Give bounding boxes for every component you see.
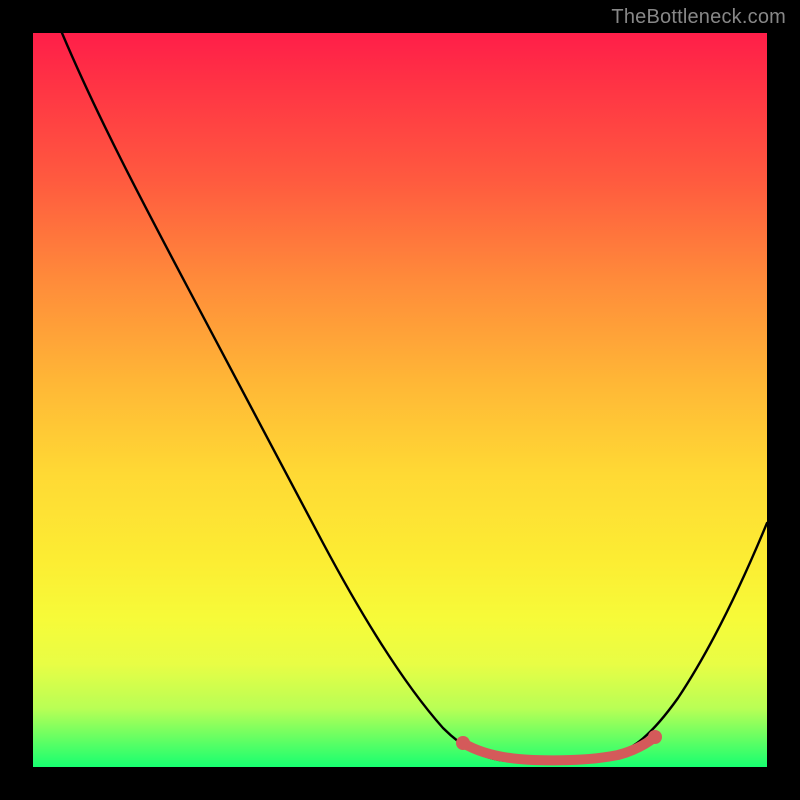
watermark-text: TheBottleneck.com bbox=[611, 6, 786, 29]
heat-gradient bbox=[33, 33, 767, 767]
plot-area bbox=[33, 33, 767, 767]
chart-stage: TheBottleneck.com bbox=[0, 0, 800, 800]
